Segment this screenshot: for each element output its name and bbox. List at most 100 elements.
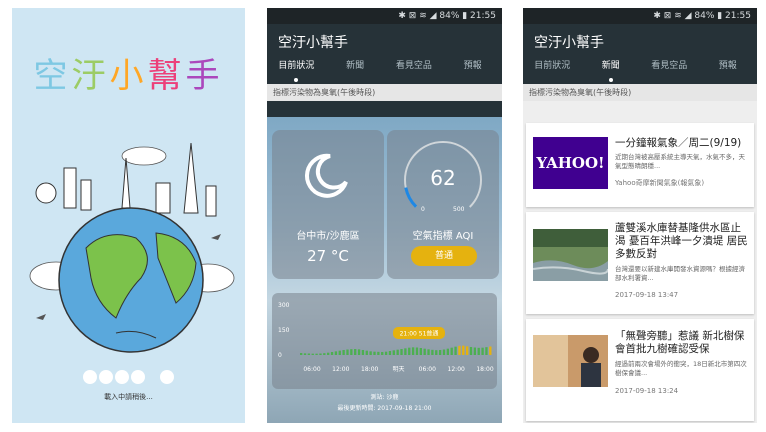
chart-bar bbox=[408, 347, 411, 355]
news-thumbnail bbox=[533, 229, 608, 281]
chart-x-tick-label: 18:00 bbox=[361, 366, 378, 373]
chart-bar bbox=[446, 348, 449, 355]
chart-bar bbox=[338, 350, 341, 355]
news-title: 蘆雙溪水庫替基隆供水區止渴 憂百年洪峰一夕潰堤 居民多數反對 bbox=[615, 222, 748, 260]
chart-x-tick-label: 明天 bbox=[392, 366, 404, 373]
chart-tooltip: 21:00 51普通 bbox=[400, 330, 439, 338]
news-thumbnail: YAHOO! bbox=[533, 137, 608, 189]
chart-bar bbox=[369, 351, 372, 355]
chart-bar bbox=[396, 349, 399, 355]
chart-bar bbox=[419, 348, 422, 355]
chart-x-tick-label: 06:00 bbox=[303, 366, 320, 373]
news-screen: ✱ ⊠ ≋ ◢ 84% ▮ 21:55 空汙小幫手 目前狀況 新聞 看見空品 預… bbox=[523, 8, 757, 423]
chart-bar bbox=[481, 347, 484, 355]
chart-bar bbox=[357, 349, 361, 355]
news-description: 近期台灣被高壓系統主導天氣，水氣不多，天氣型態晴朗穩... bbox=[615, 153, 745, 170]
chart-bar bbox=[303, 353, 307, 355]
chart-bar bbox=[334, 351, 338, 355]
chart-bar bbox=[458, 345, 461, 355]
aqi-value: 62 bbox=[430, 166, 456, 190]
current-status-screen: ✱ ⊠ ≋ ◢ 84% ▮ 21:55 空汙小幫手 目前狀況 新聞 看見空品 預… bbox=[267, 8, 502, 423]
location-label: 台中市/沙鹿區 bbox=[296, 231, 360, 242]
chart-bar bbox=[469, 347, 473, 355]
aqi-bar-chart: 300 150 0 06:00 12:00 18:00 明天 06:00 12:00 18:00 2… bbox=[278, 302, 494, 373]
weather-card[interactable]: 台中市/沙鹿區 27 °C bbox=[272, 130, 384, 279]
tab-air-quality-view[interactable]: 看見空品 bbox=[640, 56, 699, 84]
chart-bar bbox=[462, 345, 465, 355]
chart-bar bbox=[384, 351, 388, 355]
news-item[interactable]: YAHOO! 一分鐘報氣象／周二(9/19) 近期台灣被高壓系統主導天氣，水氣不… bbox=[526, 123, 754, 207]
news-description: 經過前兩次會場外的衝突，18日新北市第四次樹保會議... bbox=[615, 360, 747, 377]
aqi-chart-card[interactable]: 300 150 0 06:00 12:00 18:00 明天 06:00 12:00 18:00 2… bbox=[272, 293, 497, 389]
chart-bar bbox=[323, 353, 326, 355]
splash-title-char: 空 bbox=[33, 56, 72, 96]
aqi-status-badge: 普通 bbox=[411, 246, 477, 266]
news-date: 2017-09-18 13:24 bbox=[615, 387, 679, 395]
chart-bar bbox=[477, 347, 480, 355]
news-item[interactable]: 「無聲旁聽」惹議 新北樹保會首批九樹確認受保 經過前兩次會場外的衝突，18日新北… bbox=[526, 319, 754, 421]
tab-current-status[interactable]: 目前狀況 bbox=[267, 56, 326, 84]
chart-bar bbox=[442, 349, 446, 355]
tab-news[interactable]: 新聞 bbox=[582, 56, 641, 84]
pollutant-subheader: 指標污染物為臭氧(午後時段) bbox=[267, 84, 502, 101]
chart-bar bbox=[350, 349, 353, 355]
tab-bar: 目前狀況 新聞 看見空品 預報 bbox=[523, 56, 757, 84]
chart-bar bbox=[365, 350, 368, 355]
aqi-gauge-max: 500 bbox=[453, 206, 465, 213]
chart-bar bbox=[381, 352, 384, 355]
chart-bar bbox=[489, 346, 492, 355]
chart-x-tick-label: 06:00 bbox=[419, 366, 436, 373]
tab-news[interactable]: 新聞 bbox=[326, 56, 385, 84]
temperature-value: 27 °C bbox=[307, 247, 349, 265]
aqi-label: 空氣指標 AQI bbox=[412, 231, 474, 242]
chart-bar bbox=[373, 351, 376, 355]
chart-bar bbox=[307, 353, 311, 355]
chart-bar bbox=[311, 353, 314, 355]
splash-title-char: 幫 bbox=[147, 56, 186, 96]
splash-title-char: 汙 bbox=[71, 56, 110, 96]
chart-bar bbox=[465, 346, 469, 355]
chart-bar bbox=[404, 348, 407, 355]
chart-bar bbox=[411, 347, 415, 355]
app-bar: 空汙小幫手 目前狀況 新聞 看見空品 預報 bbox=[267, 24, 502, 84]
news-date: 2017-09-18 13:47 bbox=[615, 291, 679, 299]
tab-bar: 目前狀況 新聞 看見空品 預報 bbox=[267, 56, 502, 84]
station-label: 測站: 沙鹿 bbox=[370, 394, 399, 401]
tab-forecast[interactable]: 預報 bbox=[443, 56, 502, 84]
moon-icon bbox=[305, 153, 348, 198]
splash-title-char: 手 bbox=[185, 56, 224, 96]
globe-illustration bbox=[29, 142, 235, 353]
chart-bar bbox=[454, 346, 457, 355]
chart-bar bbox=[473, 347, 477, 355]
splash-title-char: 小 bbox=[109, 56, 148, 96]
loading-indicator bbox=[12, 369, 245, 388]
news-title: 一分鐘報氣象／周二(9/19) bbox=[615, 137, 742, 149]
chart-x-tick-label: 18:00 bbox=[476, 366, 493, 373]
chart-bar bbox=[319, 353, 322, 355]
chart-bar bbox=[415, 347, 419, 355]
splash-screen: 空汙小幫手 載入中請稍後... bbox=[12, 8, 245, 423]
tab-forecast[interactable]: 預報 bbox=[699, 56, 758, 84]
last-updated-label: 最後更新時間: 2017-09-18 21:00 bbox=[337, 405, 432, 412]
chart-y-tick-label: 150 bbox=[278, 327, 290, 334]
news-item[interactable]: 蘆雙溪水庫替基隆供水區止渴 憂百年洪峰一夕潰堤 居民多數反對 台灣還要以新建水庫… bbox=[526, 212, 754, 314]
chart-bar bbox=[392, 350, 395, 355]
chart-bar bbox=[342, 350, 345, 355]
status-bar: ✱ ⊠ ≋ ◢ 84% ▮ 21:55 bbox=[267, 8, 502, 24]
tab-air-quality-view[interactable]: 看見空品 bbox=[385, 56, 444, 84]
chart-bar bbox=[327, 352, 330, 355]
chart-bar bbox=[485, 347, 488, 355]
chart-bar bbox=[361, 350, 365, 355]
chart-y-tick-label: 300 bbox=[278, 302, 290, 309]
loading-text: 載入中請稍後... bbox=[104, 393, 153, 401]
splash-title: 空汙小幫手 bbox=[12, 48, 245, 97]
chart-bar bbox=[330, 352, 334, 355]
news-title: 「無聲旁聽」惹議 新北樹保會首批九樹確認受保 bbox=[615, 330, 745, 355]
chart-x-tick-label: 12:00 bbox=[332, 366, 349, 373]
aqi-card[interactable]: 62 0 500 空氣指標 AQI 普通 bbox=[387, 130, 499, 279]
tab-current-status[interactable]: 目前狀況 bbox=[523, 56, 582, 84]
yahoo-logo: YAHOO! bbox=[536, 154, 605, 172]
chart-bar bbox=[423, 348, 426, 355]
chart-bar bbox=[400, 349, 403, 355]
app-title: 空汙小幫手 bbox=[278, 35, 348, 51]
